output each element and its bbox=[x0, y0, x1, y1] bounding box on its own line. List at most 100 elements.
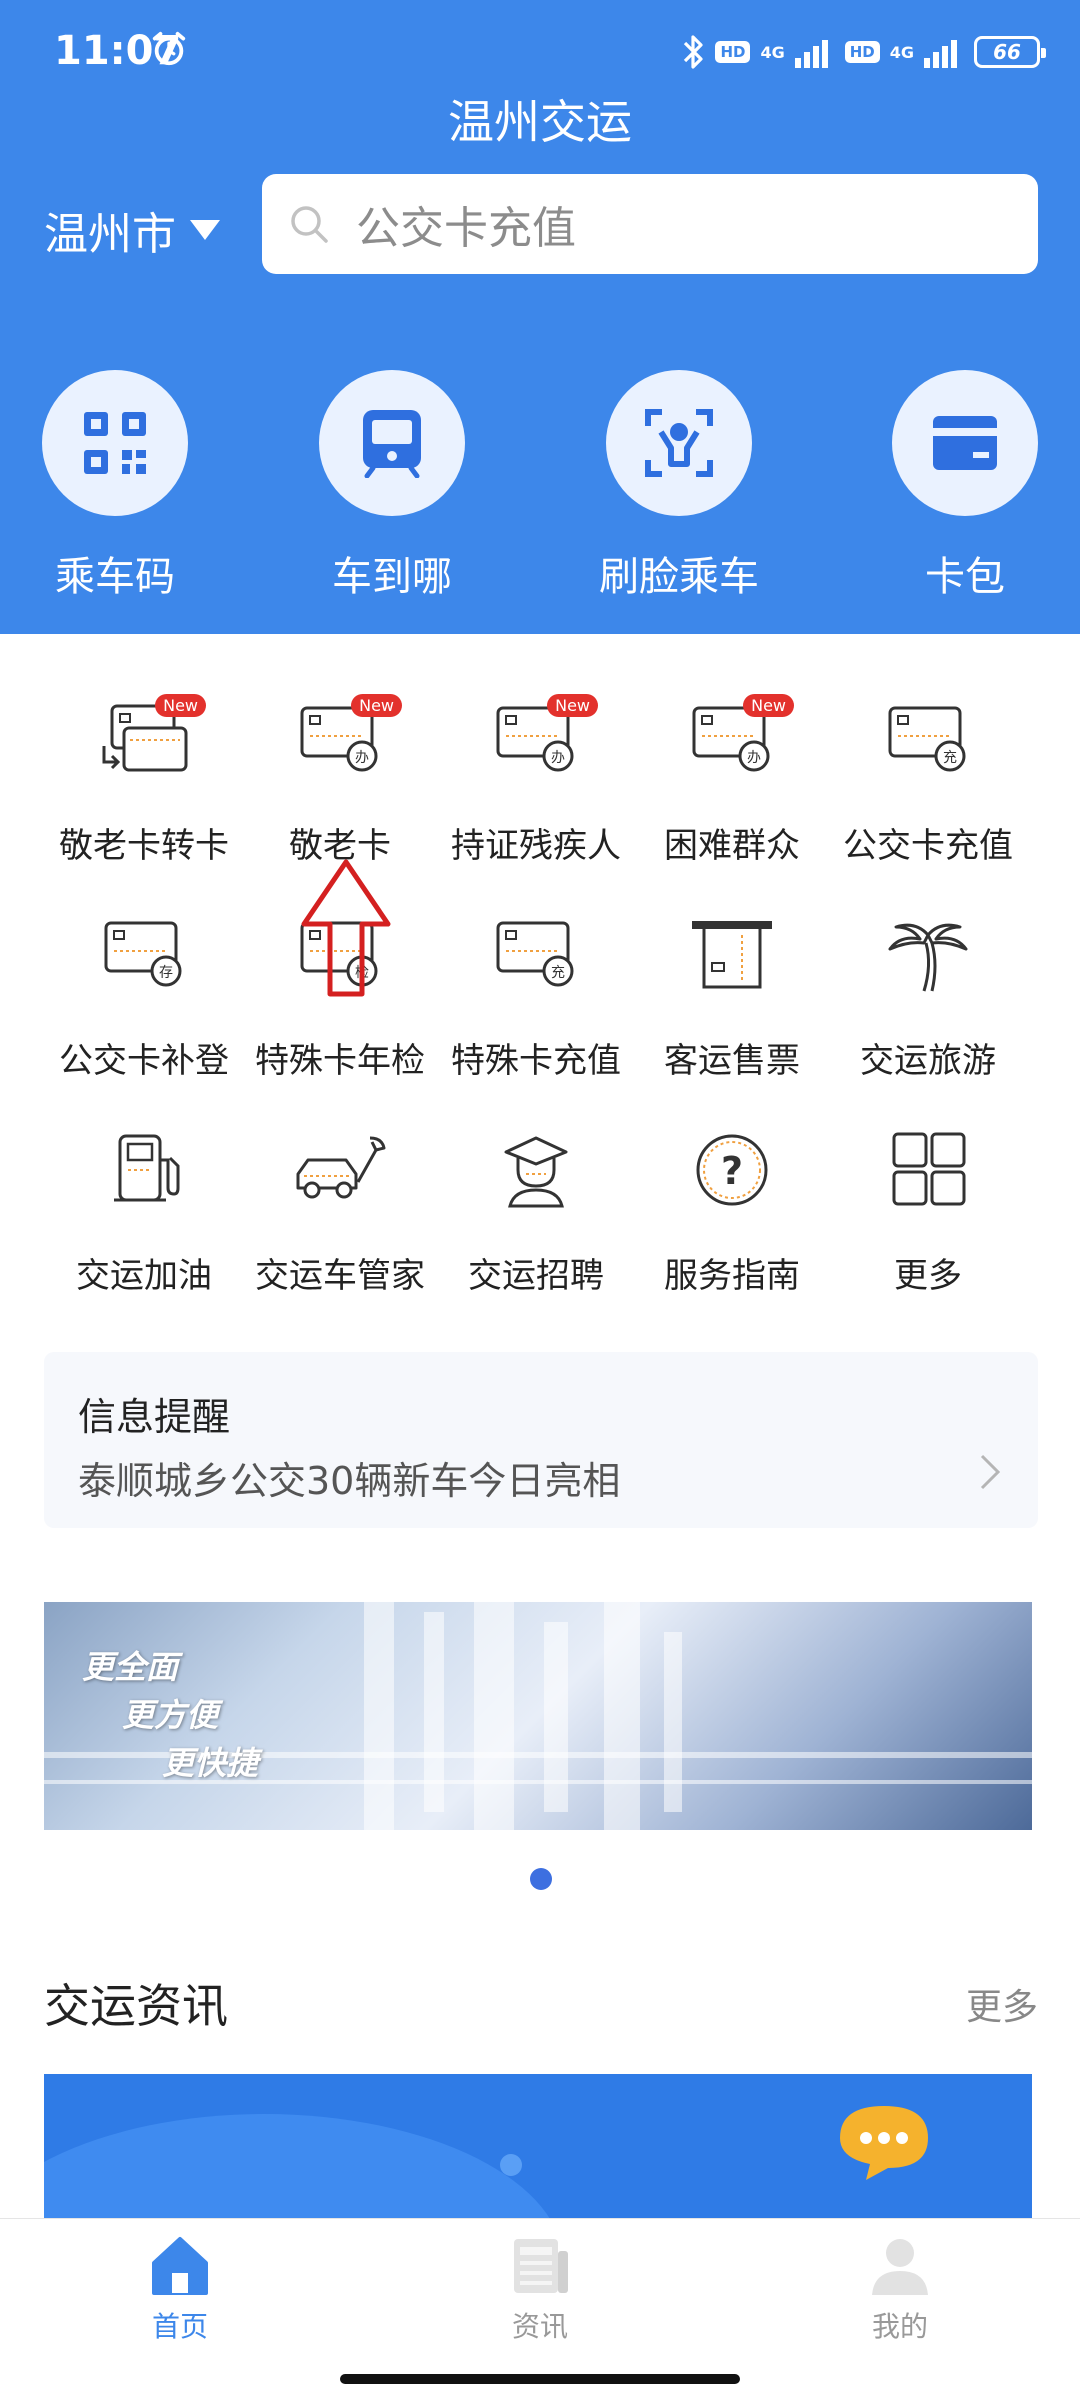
new-badge: New bbox=[743, 694, 794, 717]
card-wallet-icon bbox=[892, 370, 1038, 516]
nav-home[interactable]: 首页 bbox=[80, 2233, 280, 2345]
city-selector[interactable]: 温州市 bbox=[44, 198, 220, 262]
service-label: 交运旅游 bbox=[860, 1041, 996, 1081]
service-recruitment[interactable]: 交运招聘 bbox=[438, 1130, 634, 1297]
face-scan-icon bbox=[606, 370, 752, 516]
annotation-arrow-icon bbox=[301, 859, 391, 997]
qr-code-icon bbox=[42, 370, 188, 516]
service-label: 公交卡充值 bbox=[843, 826, 1013, 866]
hd-badge-2: HD bbox=[844, 41, 880, 63]
new-badge: New bbox=[155, 694, 206, 717]
service-fuel[interactable]: 交运加油 bbox=[46, 1130, 242, 1297]
bottom-nav: 首页 资讯 我的 bbox=[0, 2218, 1080, 2400]
service-guide[interactable]: ? 服务指南 bbox=[634, 1130, 830, 1297]
banner-line-3: 更快捷 bbox=[162, 1744, 259, 1782]
svg-text:办: 办 bbox=[747, 750, 761, 766]
info-title: 信息提醒 bbox=[78, 1395, 231, 1439]
service-label: 交运车管家 bbox=[255, 1256, 425, 1296]
service-more[interactable]: 更多 bbox=[830, 1130, 1026, 1297]
nav-profile[interactable]: 我的 bbox=[800, 2233, 1000, 2345]
nav-label: 资讯 bbox=[511, 2310, 568, 2343]
search-icon bbox=[291, 206, 328, 243]
service-label: 客运售票 bbox=[664, 1041, 800, 1081]
card-tag: 存 bbox=[159, 965, 173, 981]
quick-label: 卡包 bbox=[925, 554, 1005, 600]
status-bar: 11:07 HD 4G HD 4G 66 bbox=[0, 0, 1080, 100]
home-indicator bbox=[340, 2374, 740, 2384]
network-type-label-2: 4G bbox=[889, 42, 914, 62]
carousel-indicator bbox=[530, 1868, 552, 1890]
palm-tree-icon bbox=[878, 915, 978, 1015]
quick-label: 刷脸乘车 bbox=[599, 554, 759, 600]
graduate-icon bbox=[486, 1130, 586, 1230]
header: 11:07 HD 4G HD 4G 66 温州交运 温州市 公交卡充值 乘车码 … bbox=[0, 0, 1080, 634]
info-reminder[interactable]: 信息提醒 泰顺城乡公交30辆新车今日亮相 bbox=[44, 1352, 1038, 1528]
search-placeholder: 公交卡充值 bbox=[356, 203, 576, 254]
info-text: 泰顺城乡公交30辆新车今日亮相 bbox=[78, 1459, 621, 1503]
news-card[interactable] bbox=[44, 2074, 1032, 2234]
new-badge: New bbox=[547, 694, 598, 717]
nav-news[interactable]: 资讯 bbox=[440, 2233, 640, 2345]
app-title: 温州交运 bbox=[448, 95, 632, 149]
banner-line-1: 更全面 bbox=[82, 1648, 179, 1686]
card-apply-icon: 办 New bbox=[682, 694, 794, 800]
promo-banner[interactable]: 更全面 更方便 更快捷 bbox=[44, 1602, 1032, 1830]
question-icon: ? bbox=[682, 1130, 782, 1230]
card-tag: 充 bbox=[551, 965, 565, 981]
service-disabled-card[interactable]: 办 New 持证残疾人 bbox=[438, 694, 634, 867]
service-label: 敬老卡转卡 bbox=[59, 826, 229, 866]
service-elder-card[interactable]: 办 New 敬老卡 bbox=[242, 694, 438, 867]
service-car-manager[interactable]: 交运车管家 bbox=[242, 1130, 438, 1297]
card-topup-icon: 充 bbox=[878, 700, 978, 800]
service-label: 公交卡补登 bbox=[59, 1041, 229, 1081]
bus-icon bbox=[319, 370, 465, 516]
chevron-right-icon bbox=[980, 1454, 1001, 1490]
home-screen: 11:07 HD 4G HD 4G 66 温州交运 温州市 公交卡充值 乘车码 … bbox=[0, 0, 1080, 2400]
newspaper-icon bbox=[514, 2239, 568, 2293]
quick-bus-tracker[interactable]: 车到哪 bbox=[292, 370, 492, 602]
service-label: 困难群众 bbox=[664, 826, 800, 866]
service-bus-card-topup[interactable]: 充 公交卡充值 bbox=[830, 700, 1026, 867]
car-wrench-icon bbox=[290, 1130, 390, 1230]
service-label: 交运招聘 bbox=[468, 1256, 604, 1296]
user-icon bbox=[872, 2239, 928, 2295]
status-icons: HD 4G HD 4G 66 bbox=[681, 30, 1046, 74]
grid-more-icon bbox=[878, 1130, 978, 1230]
battery-level: 66 bbox=[993, 40, 1021, 64]
nav-label: 我的 bbox=[871, 2310, 928, 2343]
service-ticket-sales[interactable]: 客运售票 bbox=[634, 915, 830, 1082]
service-label: 特殊卡充值 bbox=[451, 1041, 621, 1081]
service-label: 特殊卡年检 bbox=[255, 1041, 425, 1081]
service-label: 交运加油 bbox=[76, 1256, 212, 1296]
service-special-card-topup[interactable]: 充 特殊卡充值 bbox=[438, 915, 634, 1082]
card-apply-icon: 办 New bbox=[290, 694, 402, 800]
quick-label: 车到哪 bbox=[332, 554, 452, 600]
fuel-pump-icon bbox=[94, 1130, 194, 1230]
search-input[interactable]: 公交卡充值 bbox=[262, 174, 1038, 274]
signal-icon bbox=[794, 40, 828, 68]
card-topup-icon: 充 bbox=[486, 915, 586, 1015]
dropdown-triangle-icon bbox=[190, 220, 220, 240]
service-needy-card[interactable]: 办 New 困难群众 bbox=[634, 694, 830, 867]
signal-icon-2 bbox=[924, 40, 957, 68]
service-bus-card-register[interactable]: 存 公交卡补登 bbox=[46, 915, 242, 1082]
service-label: 服务指南 bbox=[664, 1256, 800, 1296]
home-icon bbox=[152, 2237, 208, 2295]
card-transfer-icon: New bbox=[94, 694, 206, 800]
nav-label: 首页 bbox=[151, 2310, 208, 2343]
news-more-link[interactable]: 更多 bbox=[966, 1978, 1038, 2030]
quick-label: 乘车码 bbox=[55, 554, 175, 600]
ticket-machine-icon bbox=[682, 915, 782, 1015]
service-label: 持证残疾人 bbox=[451, 826, 621, 866]
service-elder-card-transfer[interactable]: New 敬老卡转卡 bbox=[46, 694, 242, 867]
quick-card-wallet[interactable]: 卡包 bbox=[865, 370, 1065, 602]
chat-bubble-icon bbox=[840, 2106, 928, 2180]
news-section-title: 交运资讯 bbox=[44, 1979, 228, 2033]
service-tourism[interactable]: 交运旅游 bbox=[830, 915, 1026, 1082]
quick-ride-code[interactable]: 乘车码 bbox=[15, 370, 215, 602]
alarm-icon bbox=[152, 31, 186, 66]
quick-face-ride[interactable]: 刷脸乘车 bbox=[579, 370, 779, 602]
battery-icon: 66 bbox=[974, 36, 1046, 68]
hd-badge: HD bbox=[715, 41, 751, 63]
svg-text:办: 办 bbox=[551, 750, 565, 766]
